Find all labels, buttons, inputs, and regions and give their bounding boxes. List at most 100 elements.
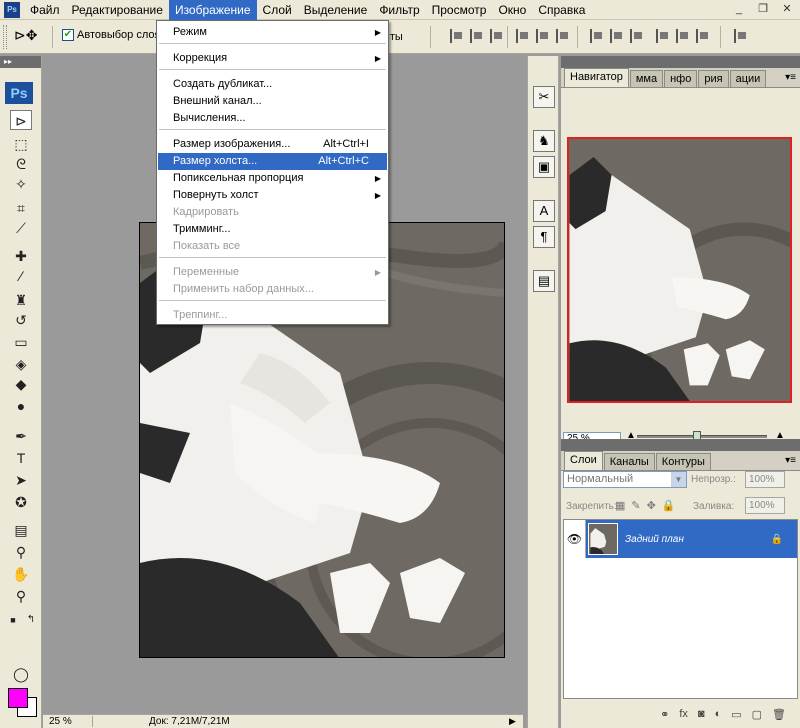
- type-tool-icon[interactable]: T: [10, 448, 32, 468]
- notes-dock-icon[interactable]: ▤: [533, 270, 555, 292]
- quick-mask-icon[interactable]: ◯: [10, 664, 32, 684]
- tab-history[interactable]: рия: [698, 70, 729, 87]
- paint-bucket-icon[interactable]: ◈: [10, 354, 32, 374]
- menu-item-pixel-aspect[interactable]: Попиксельная пропорция ▶: [158, 170, 387, 187]
- slice-tool-icon[interactable]: ⟋: [10, 218, 32, 238]
- visibility-eye-icon[interactable]: 👁: [564, 520, 586, 558]
- notes-tool-icon[interactable]: ▤: [10, 520, 32, 540]
- marquee-tool-icon[interactable]: ⬚: [10, 134, 32, 154]
- menu-file[interactable]: Файл: [24, 0, 66, 20]
- pen-tool-icon[interactable]: ✒: [10, 426, 32, 446]
- align-left-icon[interactable]: [516, 29, 530, 43]
- tab-paths[interactable]: Контуры: [655, 453, 711, 470]
- default-colors-icon[interactable]: ■: [6, 610, 20, 630]
- menu-select[interactable]: Выделение: [298, 0, 374, 20]
- align-right-icon[interactable]: [556, 29, 570, 43]
- healing-brush-icon[interactable]: ✚: [10, 246, 32, 266]
- menu-window[interactable]: Окно: [492, 0, 532, 20]
- menu-item-apply-image[interactable]: Внешний канал...: [158, 93, 387, 110]
- status-menu-arrow-icon[interactable]: ▶: [509, 716, 523, 727]
- tab-layers[interactable]: Слои: [564, 451, 603, 470]
- opacity-field[interactable]: 100%: [745, 471, 785, 488]
- tools-preset-dock-icon[interactable]: ✂: [533, 86, 555, 108]
- menu-item-calculations[interactable]: Вычисления...: [158, 110, 387, 127]
- menu-item-canvas-size[interactable]: Размер холста... Alt+Ctrl+C: [158, 153, 387, 170]
- clone-source-dock-icon[interactable]: ▣: [533, 156, 555, 178]
- hand-tool-icon[interactable]: ✋: [10, 564, 32, 584]
- panel-menu-icon[interactable]: ▾≡: [785, 72, 796, 83]
- blur-tool-icon[interactable]: ◆: [10, 374, 32, 394]
- history-brush-icon[interactable]: ↺: [10, 310, 32, 330]
- crop-tool-icon[interactable]: ⌗: [10, 198, 32, 218]
- swap-colors-icon[interactable]: ↰: [24, 610, 38, 630]
- new-layer-icon[interactable]: ▢: [752, 708, 762, 721]
- new-group-icon[interactable]: ▭: [731, 708, 741, 721]
- align-hcenter-icon[interactable]: [536, 29, 550, 43]
- menu-item-mode[interactable]: Режим ▶: [158, 24, 387, 41]
- minimize-icon[interactable]: _: [728, 1, 750, 18]
- menu-view[interactable]: Просмотр: [426, 0, 493, 20]
- menu-item-adjustments[interactable]: Коррекция ▶: [158, 50, 387, 67]
- menu-filter[interactable]: Фильтр: [373, 0, 425, 20]
- menu-item-rotate-canvas[interactable]: Повернуть холст ▶: [158, 187, 387, 204]
- distribute-hcenter-icon[interactable]: [676, 29, 690, 43]
- chevron-down-icon[interactable]: ▼: [671, 472, 686, 487]
- toolbox-grip[interactable]: ▸▸: [0, 56, 41, 68]
- eyedropper-icon[interactable]: ⚲: [10, 542, 32, 562]
- distribute-bottom-icon[interactable]: [630, 29, 644, 43]
- align-bottom-icon[interactable]: [490, 29, 504, 43]
- move-tool-icon[interactable]: ⊳: [10, 110, 32, 130]
- paragraph-dock-icon[interactable]: ¶: [533, 226, 555, 248]
- distribute-right-icon[interactable]: [696, 29, 710, 43]
- move-tool-preset-icon[interactable]: ⊳✥: [14, 27, 44, 47]
- menu-item-trim[interactable]: Тримминг...: [158, 221, 387, 238]
- status-zoom[interactable]: 25 %: [43, 716, 93, 727]
- lock-pixels-icon[interactable]: ✎: [631, 499, 640, 512]
- layer-style-icon[interactable]: fx: [679, 708, 688, 720]
- foreground-color-swatch[interactable]: [8, 688, 28, 708]
- navigator-zoom-slider[interactable]: [637, 431, 767, 440]
- brushes-dock-icon[interactable]: ♞: [533, 130, 555, 152]
- menu-help[interactable]: Справка: [532, 0, 591, 20]
- options-bar-grip[interactable]: [3, 25, 7, 49]
- tab-actions[interactable]: ации: [729, 70, 767, 87]
- layers-titlebar[interactable]: [561, 439, 800, 451]
- eraser-tool-icon[interactable]: ▭: [10, 332, 32, 352]
- zoom-tool-icon[interactable]: ⚲: [10, 586, 32, 606]
- dodge-tool-icon[interactable]: ●: [10, 396, 32, 416]
- layer-row[interactable]: 👁 Задний план 🔒: [564, 520, 797, 558]
- layers-panel-menu-icon[interactable]: ▾≡: [785, 455, 796, 466]
- tab-navigator[interactable]: Навигатор: [564, 68, 629, 87]
- distribute-left-icon[interactable]: [656, 29, 670, 43]
- layer-mask-icon[interactable]: ◙: [698, 708, 705, 720]
- link-layers-icon[interactable]: ⚭: [660, 708, 669, 721]
- shape-tool-icon[interactable]: ✪: [10, 492, 32, 512]
- brush-tool-icon[interactable]: ∕: [10, 266, 32, 286]
- align-vcenter-icon[interactable]: [470, 29, 484, 43]
- menu-layer[interactable]: Слой: [257, 0, 298, 20]
- menu-edit[interactable]: Редактирование: [66, 0, 169, 20]
- menu-item-image-size[interactable]: Размер изображения... Alt+Ctrl+I: [158, 136, 387, 153]
- lock-transparency-icon[interactable]: ▦: [615, 499, 625, 512]
- path-selection-icon[interactable]: ➤: [10, 470, 32, 490]
- magic-wand-icon[interactable]: ✧: [10, 174, 32, 194]
- blend-mode-select[interactable]: Нормальный ▼: [563, 471, 687, 488]
- checkbox-checked-icon[interactable]: ✔: [62, 29, 74, 41]
- menu-image[interactable]: Изображение: [168, 0, 257, 20]
- fill-field[interactable]: 100%: [745, 497, 785, 514]
- adjustment-layer-icon[interactable]: ◐: [715, 708, 722, 720]
- photoshop-app-icon[interactable]: Ps: [4, 1, 20, 18]
- auto-align-layers-icon[interactable]: [734, 29, 748, 43]
- close-icon[interactable]: ✕: [776, 1, 798, 18]
- layer-item[interactable]: Задний план 🔒: [586, 520, 797, 558]
- tab-info[interactable]: нфо: [664, 70, 698, 87]
- align-top-icon[interactable]: [450, 29, 464, 43]
- navigator-thumbnail[interactable]: [567, 137, 792, 403]
- character-dock-icon[interactable]: A: [533, 200, 555, 222]
- restore-icon[interactable]: ❐: [752, 1, 774, 18]
- distribute-vcenter-icon[interactable]: [610, 29, 624, 43]
- panels-titlebar[interactable]: [561, 56, 800, 68]
- distribute-top-icon[interactable]: [590, 29, 604, 43]
- autoselect-checkbox[interactable]: ✔ Автовыбор слоя: [62, 29, 160, 41]
- lasso-tool-icon[interactable]: ᘓ: [10, 154, 32, 174]
